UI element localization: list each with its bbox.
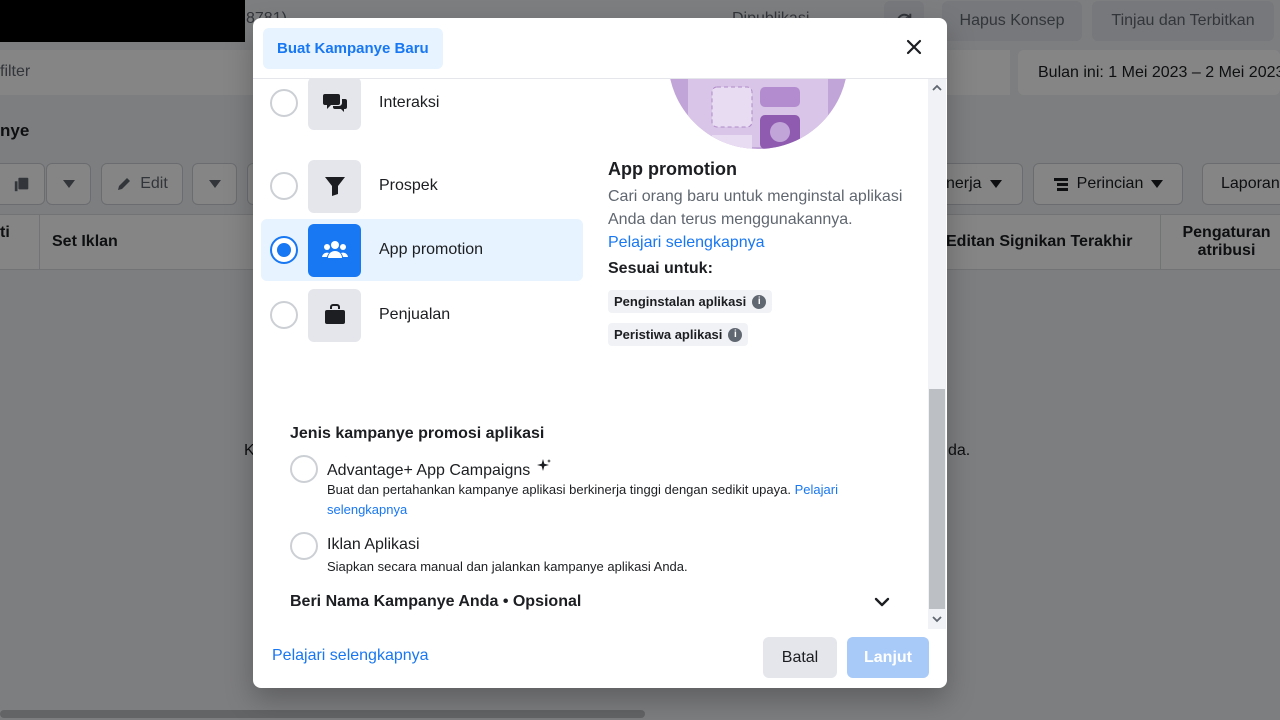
- objective-label-sales: Penjualan: [379, 306, 451, 323]
- good-for-chip-app-events: Peristiwa aplikasi i: [608, 323, 749, 346]
- dialog-title: Buat Kampanye Baru: [263, 28, 443, 69]
- good-for-chip-app-installs: Penginstalan aplikasi i: [608, 290, 773, 313]
- info-icon[interactable]: i: [728, 327, 743, 342]
- objective-option-engagement[interactable]: Interaksi: [261, 79, 583, 134]
- shopping-bag-icon: [308, 288, 361, 342]
- objective-radio-app-promotion[interactable]: [270, 236, 298, 264]
- objective-option-sales[interactable]: Penjualan: [261, 284, 583, 346]
- campaign-type-radio-advantage[interactable]: [290, 455, 318, 483]
- campaign-type-desc-app-ads: Siapkan secara manual dan jalankan kampa…: [327, 559, 688, 574]
- objective-radio-engagement[interactable]: [270, 89, 298, 117]
- dialog-footer: Pelajari selengkapnya Batal Lanjut: [253, 629, 947, 688]
- dialog-body: Interaksi Prospek App promotion Penjuala…: [253, 79, 947, 629]
- close-button[interactable]: [899, 32, 929, 62]
- name-campaign-row[interactable]: Beri Nama Kampanye Anda • Opsional: [290, 593, 890, 611]
- chip-label: Peristiwa aplikasi: [614, 327, 723, 342]
- dialog-header: Buat Kampanye Baru: [253, 18, 947, 79]
- objective-radio-leads[interactable]: [270, 172, 298, 200]
- campaign-type-radio-app-ads[interactable]: [290, 532, 318, 560]
- chat-bubbles-icon: [308, 79, 361, 130]
- objective-label-engagement: Interaksi: [379, 94, 440, 111]
- good-for-label: Sesuai untuk:: [608, 260, 713, 277]
- continue-button[interactable]: Lanjut: [847, 637, 929, 678]
- objective-radio-sales[interactable]: [270, 301, 298, 329]
- info-icon[interactable]: i: [752, 294, 767, 309]
- objective-label-app-promotion: App promotion: [379, 241, 484, 258]
- app-promotion-illustration: [668, 79, 848, 149]
- sparkle-icon: [536, 459, 551, 471]
- objective-detail-description: Cari orang baru untuk menginstal aplikas…: [608, 185, 908, 254]
- campaign-type-label-advantage: Advantage+ App Campaigns: [327, 462, 531, 479]
- objective-detail-title: App promotion: [608, 159, 737, 179]
- dialog-scrollbar-thumb[interactable]: [929, 389, 945, 609]
- funnel-icon: [308, 159, 361, 213]
- cancel-button[interactable]: Batal: [763, 637, 837, 678]
- create-campaign-dialog: Buat Kampanye Baru Interaksi Prospek App…: [253, 18, 947, 688]
- footer-learn-more-link[interactable]: Pelajari selengkapnya: [272, 647, 429, 665]
- close-icon: [906, 39, 922, 55]
- people-icon: [308, 223, 361, 277]
- campaign-type-title: Jenis kampanye promosi aplikasi: [290, 425, 545, 442]
- campaign-type-desc-advantage: Buat dan pertahankan kampanye aplikasi b…: [327, 480, 887, 520]
- chevron-down-icon: [874, 597, 890, 607]
- campaign-type-desc-text: Buat dan pertahankan kampanye aplikasi b…: [327, 482, 791, 497]
- campaign-type-name-advantage[interactable]: Advantage+ App Campaigns: [327, 459, 551, 480]
- chip-label: Penginstalan aplikasi: [614, 294, 747, 309]
- objective-label-leads: Prospek: [379, 177, 438, 194]
- objective-option-leads[interactable]: Prospek: [261, 155, 583, 217]
- campaign-type-name-app-ads[interactable]: Iklan Aplikasi: [327, 536, 420, 554]
- objective-description-text: Cari orang baru untuk menginstal aplikas…: [608, 188, 903, 228]
- scroll-up-icon[interactable]: [932, 84, 942, 92]
- objective-learn-more-link[interactable]: Pelajari selengkapnya: [608, 234, 765, 251]
- name-campaign-label: Beri Nama Kampanye Anda • Opsional: [290, 593, 582, 610]
- scroll-down-icon[interactable]: [932, 615, 942, 623]
- objective-option-app-promotion[interactable]: App promotion: [261, 219, 583, 281]
